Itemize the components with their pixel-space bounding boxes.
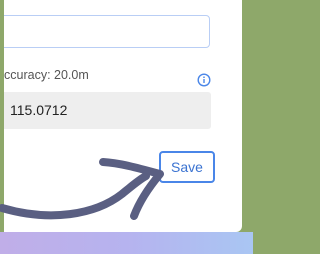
info-icon[interactable] (197, 73, 211, 87)
coordinates-readonly-field: 115.0712 (4, 92, 211, 129)
bottom-gradient-bar (0, 232, 253, 254)
location-form-card: ccuracy: 20.0m 115.0712 Save (4, 0, 242, 232)
accuracy-label: ccuracy: 20.0m (4, 68, 89, 82)
text-input-field[interactable] (4, 15, 210, 48)
coordinate-value: 115.0712 (10, 102, 68, 118)
save-button[interactable]: Save (159, 151, 215, 183)
